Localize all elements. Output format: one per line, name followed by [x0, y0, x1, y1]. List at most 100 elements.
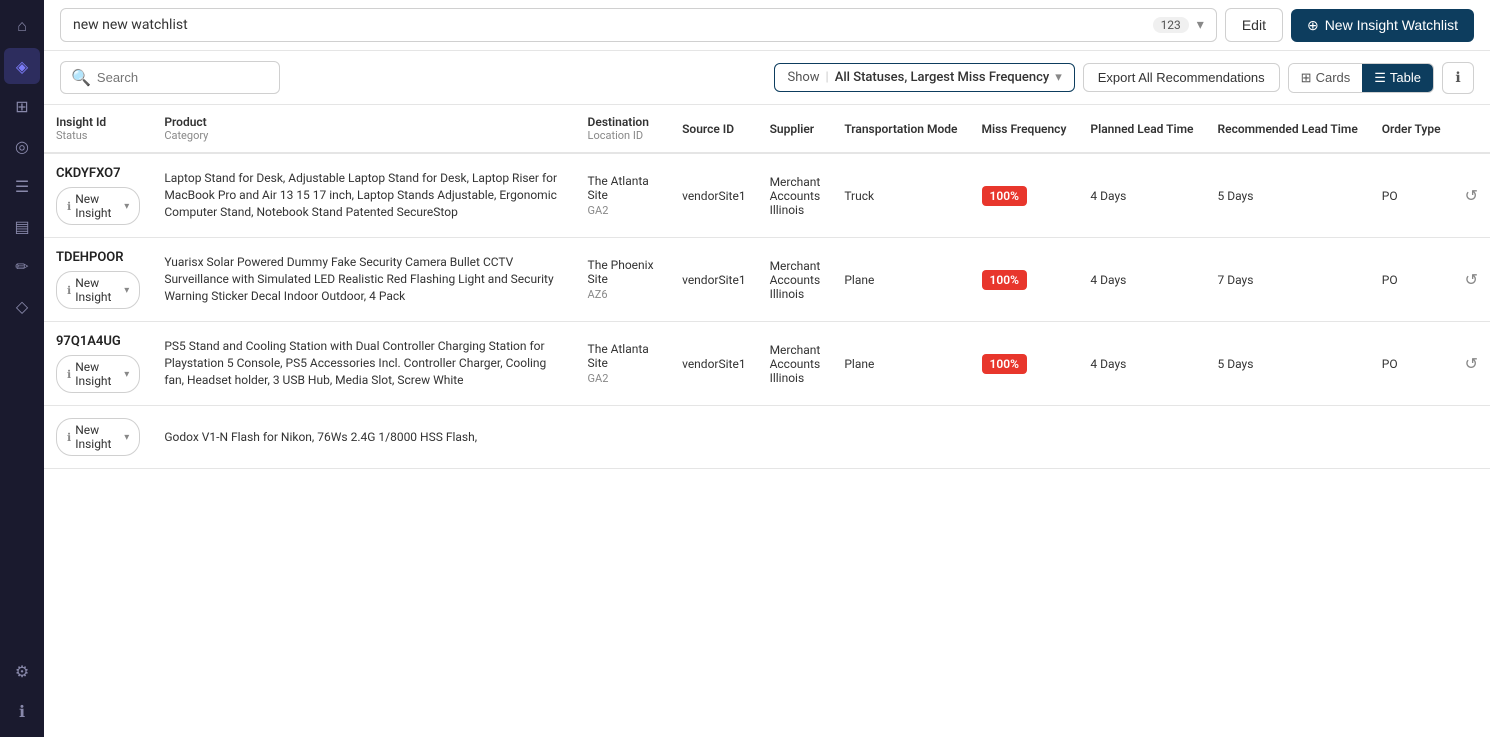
cell-source-id-2: vendorSite1 — [670, 322, 757, 406]
sidebar: ⌂ ◈ ⊞ ◎ ☰ ▤ ✏ ◇ ⚙ ℹ — [0, 0, 44, 737]
show-filter-dropdown[interactable]: Show | All Statuses, Largest Miss Freque… — [774, 63, 1074, 92]
cell-order-type-3 — [1370, 406, 1453, 469]
reports-icon[interactable]: ☰ — [4, 168, 40, 204]
table-icon: ☰ — [1374, 70, 1386, 86]
cell-destination-3 — [576, 406, 671, 469]
status-dropdown-3[interactable]: ℹ New Insight ▾ — [56, 418, 140, 456]
table-row: ℹ New Insight ▾ Godox V1-N Flash for Nik… — [44, 406, 1490, 469]
status-info-icon: ℹ — [67, 431, 71, 444]
filter-chevron-icon: ▾ — [1055, 70, 1062, 85]
cards-icon: ⊞ — [1301, 70, 1312, 86]
cell-planned-lead-1: 4 Days — [1078, 238, 1205, 322]
col-order-type: Order Type — [1370, 105, 1453, 153]
cell-source-id-0: vendorSite1 — [670, 153, 757, 238]
cell-recommended-lead-0: 5 Days — [1205, 153, 1369, 238]
search-icon: 🔍 — [71, 68, 91, 87]
refresh-icon-1[interactable]: ↺ — [1465, 270, 1478, 289]
status-chevron-icon: ▾ — [124, 285, 129, 296]
topbar: new new watchlist 123 ▾ Edit ⊕ New Insig… — [44, 0, 1490, 51]
status-info-icon: ℹ — [67, 368, 71, 381]
search-box[interactable]: 🔍 — [60, 61, 280, 94]
cell-recommended-lead-2: 5 Days — [1205, 322, 1369, 406]
cell-destination-2: The Atlanta Site GA2 — [576, 322, 671, 406]
cell-supplier-3 — [758, 406, 833, 469]
cell-product-3: Godox V1-N Flash for Nikon, 76Ws 2.4G 1/… — [152, 406, 575, 469]
cell-insight-id-1: TDEHPOOR ℹ New Insight ▾ — [44, 238, 152, 322]
refresh-icon-2[interactable]: ↺ — [1465, 354, 1478, 373]
settings-icon[interactable]: ⚙ — [4, 653, 40, 689]
cell-source-id-3 — [670, 406, 757, 469]
cell-source-id-1: vendorSite1 — [670, 238, 757, 322]
cell-order-type-2: PO — [1370, 322, 1453, 406]
tag-icon[interactable]: ◇ — [4, 288, 40, 324]
cell-transport-3 — [832, 406, 969, 469]
export-button[interactable]: Export All Recommendations — [1083, 63, 1280, 92]
cell-insight-id-2: 97Q1A4UG ℹ New Insight ▾ — [44, 322, 152, 406]
cell-planned-lead-0: 4 Days — [1078, 153, 1205, 238]
cards-view-button[interactable]: ⊞ Cards — [1289, 64, 1363, 92]
locations-icon[interactable]: ◎ — [4, 128, 40, 164]
cell-actions-2: ↺ — [1453, 322, 1490, 406]
col-destination: DestinationLocation ID — [576, 105, 671, 153]
watchlist-name: new new watchlist — [73, 17, 1145, 33]
refresh-icon-0[interactable]: ↺ — [1465, 186, 1478, 205]
chart-icon[interactable]: ▤ — [4, 208, 40, 244]
cell-order-type-0: PO — [1370, 153, 1453, 238]
cell-destination-1: The Phoenix Site AZ6 — [576, 238, 671, 322]
cell-miss-freq-3 — [970, 406, 1079, 469]
cell-insight-id-0: CKDYFXO7 ℹ New Insight ▾ — [44, 153, 152, 238]
insights-icon[interactable]: ◈ — [4, 48, 40, 84]
col-miss-freq: Miss Frequency — [970, 105, 1079, 153]
cell-actions-3 — [1453, 406, 1490, 469]
table-header-row: Insight IdStatus ProductCategory Destina… — [44, 105, 1490, 153]
col-product: ProductCategory — [152, 105, 575, 153]
cell-supplier-0: MerchantAccountsIllinois — [758, 153, 833, 238]
cell-insight-id-3: ℹ New Insight ▾ — [44, 406, 152, 469]
col-transport: Transportation Mode — [832, 105, 969, 153]
watchlist-count: 123 — [1153, 17, 1189, 33]
insights-table: Insight IdStatus ProductCategory Destina… — [44, 105, 1490, 469]
edit-icon[interactable]: ✏ — [4, 248, 40, 284]
cell-miss-freq-1: 100% — [970, 238, 1079, 322]
status-chevron-icon: ▾ — [124, 201, 129, 212]
cell-recommended-lead-3 — [1205, 406, 1369, 469]
cell-transport-2: Plane — [832, 322, 969, 406]
search-input[interactable] — [97, 70, 269, 85]
status-dropdown-0[interactable]: ℹ New Insight ▾ — [56, 187, 140, 225]
table-view-button[interactable]: ☰ Table — [1362, 64, 1433, 92]
col-planned-lead: Planned Lead Time — [1078, 105, 1205, 153]
help-icon[interactable]: ℹ — [4, 693, 40, 729]
status-dropdown-1[interactable]: ℹ New Insight ▾ — [56, 271, 140, 309]
status-dropdown-2[interactable]: ℹ New Insight ▾ — [56, 355, 140, 393]
info-icon: ℹ — [1455, 69, 1460, 86]
cell-actions-1: ↺ — [1453, 238, 1490, 322]
watchlist-selector[interactable]: new new watchlist 123 ▾ — [60, 8, 1217, 42]
table-row: 97Q1A4UG ℹ New Insight ▾ PS5 Stand and C… — [44, 322, 1490, 406]
cell-product-2: PS5 Stand and Cooling Station with Dual … — [152, 322, 575, 406]
cell-transport-0: Truck — [832, 153, 969, 238]
col-insight-id: Insight IdStatus — [44, 105, 152, 153]
cell-actions-0: ↺ — [1453, 153, 1490, 238]
cell-destination-0: The Atlanta Site GA2 — [576, 153, 671, 238]
table-container: Insight IdStatus ProductCategory Destina… — [44, 105, 1490, 737]
status-chevron-icon: ▾ — [124, 369, 129, 380]
cell-order-type-1: PO — [1370, 238, 1453, 322]
cell-planned-lead-2: 4 Days — [1078, 322, 1205, 406]
plus-circle-icon: ⊕ — [1307, 17, 1319, 34]
cell-supplier-1: MerchantAccountsIllinois — [758, 238, 833, 322]
toolbar: 🔍 Show | All Statuses, Largest Miss Freq… — [44, 51, 1490, 105]
filter-value: All Statuses, Largest Miss Frequency — [835, 70, 1049, 85]
info-button[interactable]: ℹ — [1442, 62, 1474, 94]
edit-button[interactable]: Edit — [1225, 8, 1283, 42]
new-insight-watchlist-button[interactable]: ⊕ New Insight Watchlist — [1291, 9, 1474, 42]
cell-product-1: Yuarisx Solar Powered Dummy Fake Securit… — [152, 238, 575, 322]
status-chevron-icon: ▾ — [124, 432, 129, 443]
col-recommended-lead: Recommended Lead Time — [1205, 105, 1369, 153]
col-supplier: Supplier — [758, 105, 833, 153]
col-actions — [1453, 105, 1490, 153]
home-icon[interactable]: ⌂ — [4, 8, 40, 44]
cell-transport-1: Plane — [832, 238, 969, 322]
watchlist-chevron-icon: ▾ — [1197, 17, 1204, 33]
status-info-icon: ℹ — [67, 284, 71, 297]
products-icon[interactable]: ⊞ — [4, 88, 40, 124]
